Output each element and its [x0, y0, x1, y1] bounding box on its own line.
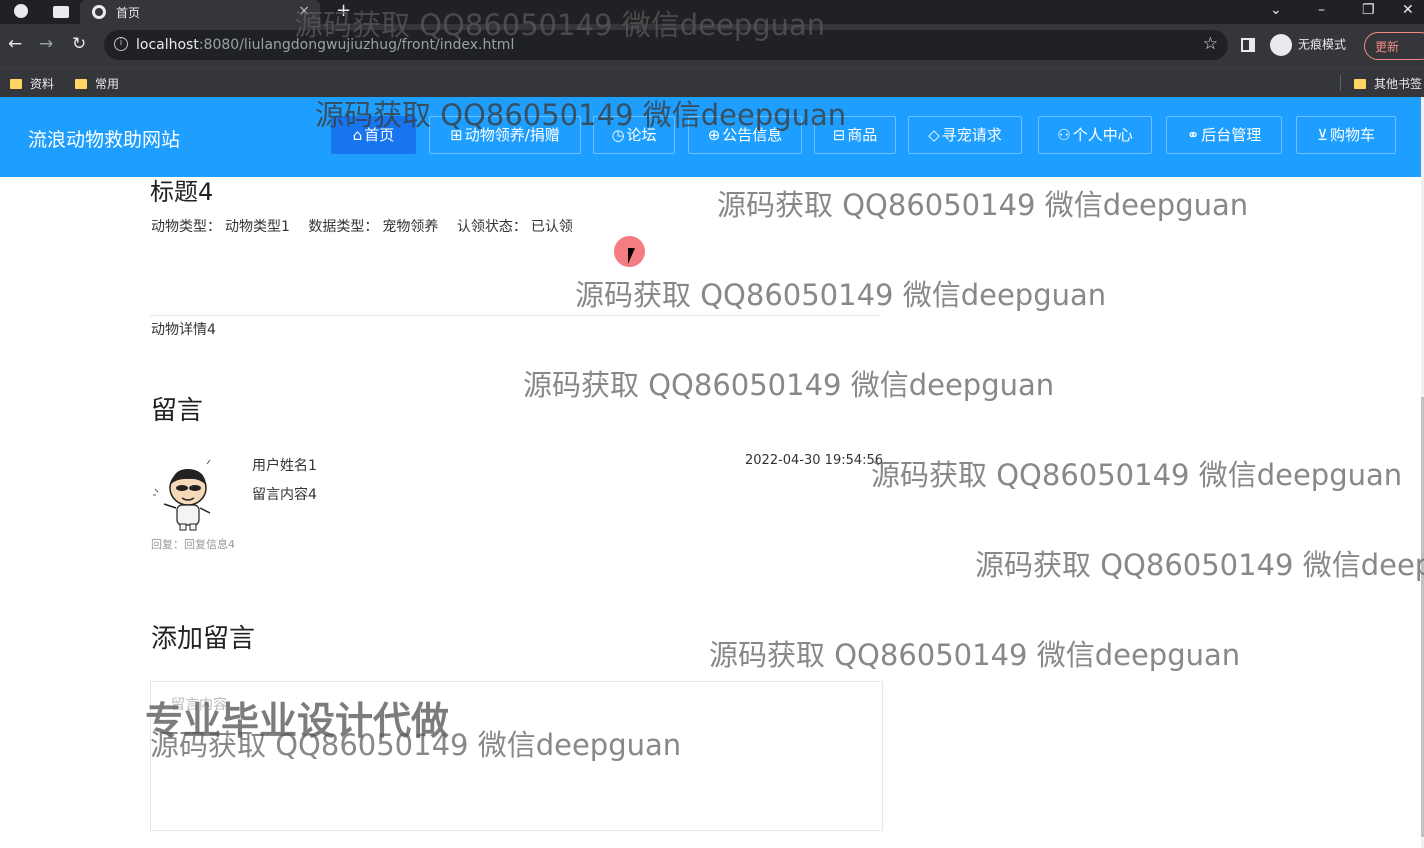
tab-close-icon[interactable]: × — [298, 3, 310, 19]
comment-textarea[interactable] — [151, 682, 882, 830]
comment-content: 留言内容4 — [252, 487, 317, 503]
site-info-icon[interactable]: i — [114, 37, 128, 51]
nav-pet-search[interactable]: ◇ 寻宠请求 — [908, 116, 1022, 154]
back-icon[interactable]: ← — [8, 34, 22, 54]
bookmark-folder-changyong[interactable]: 常用 — [75, 75, 119, 92]
comment-time: 2022-04-30 19:54:56 — [745, 453, 884, 468]
browser-tab-bar: 首页 × + ⌄ – ❐ ✕ — [0, 0, 1424, 24]
watermark-text: 源码获取 QQ86050149 微信deep — [975, 548, 1424, 582]
nav-home[interactable]: ⌂ 首页 — [331, 116, 416, 154]
watermark-text: 源码获取 QQ86050149 微信deepguan — [871, 458, 1403, 492]
minimize-icon[interactable]: – — [1318, 2, 1325, 18]
new-tab-icon[interactable]: + — [336, 0, 351, 21]
profile-icon[interactable] — [14, 4, 28, 18]
mouse-cursor-icon — [628, 248, 635, 264]
update-button[interactable]: 更新 — [1364, 32, 1424, 60]
globe-icon: ⊕ — [707, 126, 721, 144]
adoption-icon: ⊞ — [450, 126, 463, 144]
tab-search-icon[interactable] — [53, 6, 69, 18]
browser-tab[interactable]: 首页 × — [80, 0, 320, 24]
comment-username: 用户姓名1 — [252, 458, 317, 474]
comment-textarea-box[interactable] — [150, 681, 883, 831]
browser-toolbar: ← → ↻ i localhost:8080/liulangdongwujiuz… — [0, 24, 1424, 68]
user-icon: ⚇ — [1057, 126, 1071, 144]
nav-notice[interactable]: ⊕ 公告信息 — [688, 116, 802, 154]
incognito-icon — [1270, 34, 1292, 56]
data-type-label: 数据类型： — [308, 219, 379, 235]
animal-type-label: 动物类型： — [151, 219, 221, 235]
incognito-indicator[interactable]: 无痕模式 — [1270, 34, 1346, 56]
other-bookmarks[interactable]: 其他书签 — [1354, 75, 1422, 92]
comment-reply: 回复：回复信息4 — [151, 538, 235, 551]
tab-title: 首页 — [116, 6, 141, 20]
bookmark-folder-ziliao[interactable]: 资料 — [10, 75, 54, 92]
tab-list-chevron-icon[interactable]: ⌄ — [1270, 2, 1282, 18]
detail-divider — [150, 315, 880, 316]
nav-admin[interactable]: ⚭ 后台管理 — [1166, 116, 1282, 154]
watermark-text: 源码获取 QQ86050149 微信deepguan — [575, 278, 1107, 312]
watermark-text: 源码获取 QQ86050149 微信deepguan — [717, 188, 1249, 222]
detail-title: 标题4 — [150, 178, 214, 206]
status-label: 认领状态： — [456, 219, 527, 235]
bookmark-star-icon[interactable]: ☆ — [1203, 34, 1218, 54]
side-panel-icon[interactable] — [1241, 38, 1255, 52]
url-text[interactable]: localhost:8080/liulangdongwujiuzhug/fron… — [136, 37, 514, 53]
bookmarks-bar: 资料 常用 其他书签 — [0, 68, 1424, 97]
site-logo[interactable]: 流浪动物救助网站 — [28, 125, 180, 152]
detail-meta: 动物类型： 动物类型1 数据类型： 宠物领养 认领状态： 已认领 — [151, 216, 587, 236]
data-type-value: 宠物领养 — [382, 219, 439, 235]
site-header: 流浪动物救助网站 ⌂ 首页 ⊞ 动物领养/捐赠 ◷ 论坛 ⊕ 公告信息 ⊟ 商品 ◇ 寻宠请… — [0, 97, 1421, 177]
add-comment-title: 添加留言 — [151, 624, 256, 654]
reload-icon[interactable]: ↻ — [72, 34, 86, 54]
book-icon: ⊟ — [832, 126, 846, 144]
tab-favicon-icon — [92, 5, 106, 19]
nav-cart[interactable]: ⊻ 购物车 — [1296, 116, 1396, 154]
address-bar[interactable]: i localhost:8080/liulangdongwujiuzhug/fr… — [104, 30, 1228, 60]
folder-icon — [75, 79, 87, 89]
cart-icon: ⊻ — [1317, 126, 1328, 144]
detail-body: 动物详情4 — [151, 322, 216, 338]
animal-type-value: 动物类型1 — [225, 219, 290, 235]
close-window-icon[interactable]: ✕ — [1402, 2, 1414, 18]
status-value: 已认领 — [530, 219, 573, 235]
nav-goods[interactable]: ⊟ 商品 — [814, 116, 896, 154]
tag-icon: ◇ — [928, 126, 940, 144]
watermark-text: 源码获取 QQ86050149 微信deepguan — [523, 368, 1055, 402]
clock-icon: ◷ — [611, 126, 625, 144]
nav-forum[interactable]: ◷ 论坛 — [593, 116, 675, 154]
folder-icon — [10, 79, 22, 89]
nav-personal-center[interactable]: ⚇ 个人中心 — [1038, 116, 1152, 154]
folder-icon — [1354, 79, 1366, 89]
bookmarks-separator — [1340, 75, 1341, 91]
forward-icon[interactable]: → — [39, 34, 53, 54]
avatar — [153, 459, 211, 531]
nav-adoption[interactable]: ⊞ 动物领养/捐赠 — [429, 116, 581, 154]
comments-title: 留言 — [151, 396, 204, 426]
restore-icon[interactable]: ❐ — [1362, 2, 1375, 18]
link-icon: ⚭ — [1186, 126, 1200, 144]
home-icon: ⌂ — [352, 126, 363, 144]
watermark-text: 源码获取 QQ86050149 微信deepguan — [709, 638, 1241, 672]
